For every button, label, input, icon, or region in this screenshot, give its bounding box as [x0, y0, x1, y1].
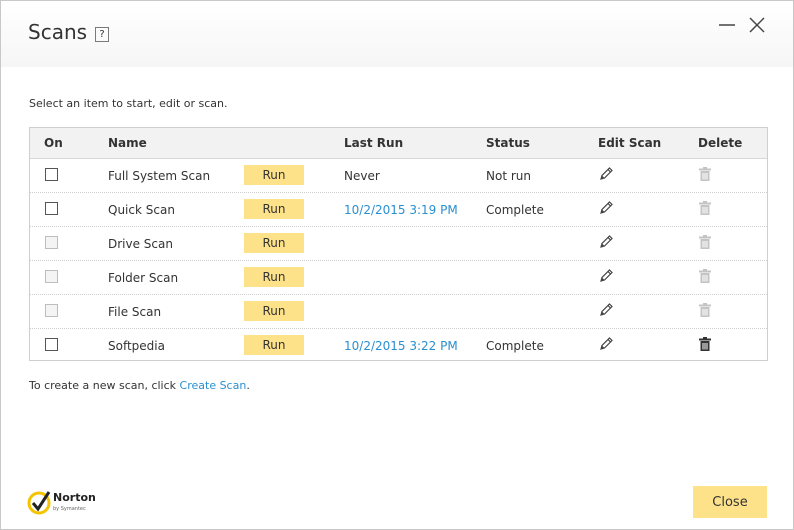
enable-checkbox[interactable]	[45, 236, 58, 249]
close-icon[interactable]	[747, 15, 767, 35]
run-button[interactable]: Run	[244, 233, 304, 253]
help-icon[interactable]: ?	[95, 27, 109, 42]
trash-icon[interactable]	[698, 302, 712, 318]
trash-icon[interactable]	[698, 336, 712, 352]
table-row: Drive Scan Run	[30, 226, 767, 261]
scan-name: Drive Scan	[108, 237, 173, 251]
enable-checkbox[interactable]	[45, 304, 58, 317]
enable-checkbox[interactable]	[45, 202, 58, 215]
scan-name: Quick Scan	[108, 203, 175, 217]
enable-checkbox[interactable]	[45, 168, 58, 181]
scan-name: Softpedia	[108, 339, 165, 353]
pencil-icon[interactable]	[598, 200, 614, 216]
logo-name: Norton	[53, 491, 96, 504]
table-row: Folder Scan Run	[30, 260, 767, 295]
trash-icon[interactable]	[698, 268, 712, 284]
table-header: On Name Last Run Status Edit Scan Delete	[30, 128, 767, 159]
last-run: 10/2/2015 3:19 PM	[344, 203, 458, 217]
header-on: On	[44, 136, 63, 150]
norton-check-icon	[27, 491, 51, 515]
pencil-icon[interactable]	[598, 336, 614, 352]
close-button[interactable]: Close	[693, 486, 767, 518]
run-button[interactable]: Run	[244, 267, 304, 287]
run-button[interactable]: Run	[244, 199, 304, 219]
scan-status: Not run	[486, 169, 531, 183]
enable-checkbox[interactable]	[45, 270, 58, 283]
scan-name: Full System Scan	[108, 169, 211, 183]
header-delete: Delete	[698, 136, 743, 150]
run-button[interactable]: Run	[244, 301, 304, 321]
trash-icon[interactable]	[698, 200, 712, 216]
instruction-text: Select an item to start, edit or scan.	[29, 97, 228, 110]
last-run: 10/2/2015 3:22 PM	[344, 339, 458, 353]
scan-name: Folder Scan	[108, 271, 179, 285]
minimize-icon[interactable]	[717, 15, 737, 35]
create-scan-suffix: .	[246, 379, 250, 392]
pencil-icon[interactable]	[598, 166, 614, 182]
header-status: Status	[486, 136, 530, 150]
pencil-icon[interactable]	[598, 268, 614, 284]
scans-window: Scans ? Select an item to start, edit or…	[0, 0, 794, 530]
run-button[interactable]: Run	[244, 165, 304, 185]
header-last-run: Last Run	[344, 136, 404, 150]
scan-status: Complete	[486, 203, 544, 217]
table-row: Full System Scan Run Never Not run	[30, 158, 767, 193]
table-row: Softpedia Run 10/2/2015 3:22 PM Complete	[30, 328, 767, 362]
enable-checkbox[interactable]	[45, 338, 58, 351]
header-edit-scan: Edit Scan	[598, 136, 662, 150]
table-row: Quick Scan Run 10/2/2015 3:19 PM Complet…	[30, 192, 767, 227]
page-title: Scans	[28, 20, 88, 44]
create-scan-hint: To create a new scan, click Create Scan.	[29, 379, 250, 392]
trash-icon[interactable]	[698, 234, 712, 250]
logo-subtitle: by Symantec	[53, 506, 86, 512]
create-scan-prefix: To create a new scan, click	[29, 379, 180, 392]
norton-logo: Norton by Symantec	[27, 487, 107, 519]
table-row: File Scan Run	[30, 294, 767, 329]
pencil-icon[interactable]	[598, 302, 614, 318]
trash-icon[interactable]	[698, 166, 712, 182]
header-name: Name	[108, 136, 147, 150]
scans-table: On Name Last Run Status Edit Scan Delete…	[29, 127, 768, 361]
scan-status: Complete	[486, 339, 544, 353]
create-scan-link[interactable]: Create Scan	[180, 379, 247, 392]
pencil-icon[interactable]	[598, 234, 614, 250]
run-button[interactable]: Run	[244, 335, 304, 355]
last-run: Never	[344, 169, 380, 183]
window-header: Scans ?	[1, 1, 793, 67]
scan-name: File Scan	[108, 305, 162, 319]
